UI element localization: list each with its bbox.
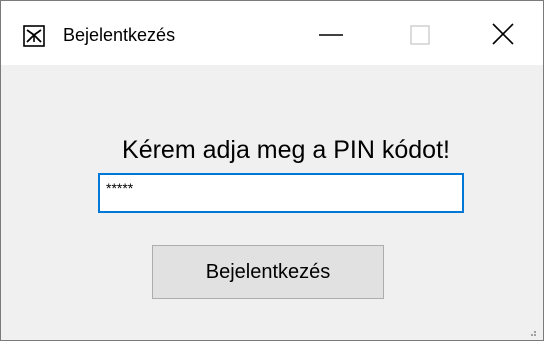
dialog-content: Kérem adja meg a PIN kódot! Bejelentkezé… [1,65,543,340]
pin-prompt-label: Kérem adja meg a PIN kódot! [122,136,450,164]
window-title: Bejelentkezés [63,25,176,45]
close-button[interactable] [463,1,543,65]
key-icon [23,25,45,47]
close-icon [492,23,514,45]
resize-grip-icon[interactable] [527,324,537,336]
minimize-button[interactable] [291,1,371,65]
title-bar[interactable]: Bejelentkezés [1,1,543,65]
login-button[interactable]: Bejelentkezés [152,245,384,299]
maximize-button[interactable] [379,1,459,65]
maximize-icon [410,25,430,45]
login-window: Bejelentkezés Kérem adja meg a PIN kódot… [0,0,544,341]
minimize-icon [319,34,343,36]
pin-input[interactable] [98,173,464,213]
